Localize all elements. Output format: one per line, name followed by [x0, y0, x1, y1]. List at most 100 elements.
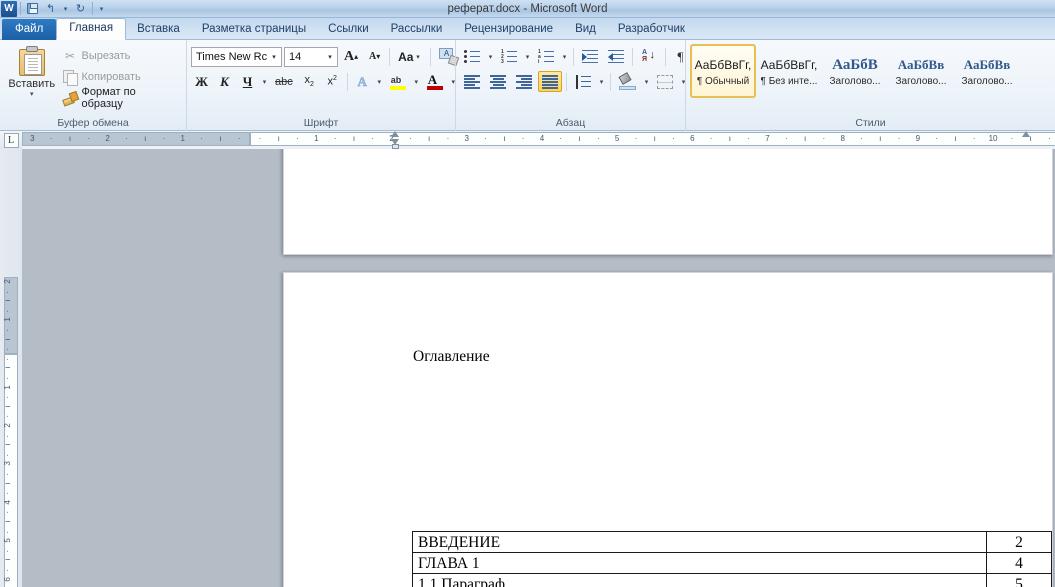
tab-stop-selector[interactable]: L — [0, 131, 22, 149]
style-normal[interactable]: АаБбВвГг, ¶ Обычный — [690, 44, 756, 98]
font-name-combobox[interactable]: Times New Rc ▾ — [191, 47, 282, 67]
tab-view[interactable]: Вид — [564, 19, 607, 40]
align-right-button[interactable] — [512, 71, 536, 92]
style-heading-2[interactable]: АаБбВв Заголово... — [888, 44, 954, 98]
toc-entry-page[interactable]: 2 — [987, 532, 1052, 553]
horizontal-ruler[interactable]: 3·ı·2·ı·1·ı··ı·1·ı·2·ı·3·ı·4·ı·5·ı·6·ı·7… — [22, 131, 1055, 149]
ruler-tick: · — [777, 133, 796, 145]
bullet-list-dropdown-icon[interactable]: ▾ — [486, 53, 495, 61]
document-body-area: 2·ı·1·ı··ı·1·ı·2·ı·3·ı·4·ı·5·ı·6· Оглавл… — [0, 149, 1055, 587]
line-spacing-dropdown-icon[interactable]: ▾ — [597, 78, 606, 86]
change-case-button[interactable]: Aa ▾ — [394, 46, 426, 67]
strikethrough-button[interactable]: abc — [271, 71, 297, 92]
toc-entry-page[interactable]: 4 — [987, 553, 1052, 574]
numbered-list-button[interactable]: 123 — [497, 46, 521, 67]
right-indent-marker[interactable] — [1022, 131, 1031, 147]
bold-button[interactable]: Ж — [191, 71, 212, 92]
paste-dropdown-icon[interactable]: ▾ — [30, 91, 34, 98]
multilevel-list-button[interactable]: 1ai — [534, 46, 558, 67]
tab-developer[interactable]: Разработчик — [607, 19, 696, 40]
font-color-icon: A — [427, 73, 443, 90]
text-effects-dropdown-icon[interactable]: ▾ — [375, 78, 384, 86]
vertical-ruler-tick: ı — [4, 555, 18, 565]
tab-mailings[interactable]: Рассылки — [380, 19, 454, 40]
document-heading: Оглавление — [413, 348, 490, 366]
cut-button[interactable]: ✂ Вырезать — [59, 46, 182, 65]
toc-entry-title[interactable]: ВВЕДЕНИЕ — [413, 532, 987, 553]
superscript-button[interactable]: x2 — [322, 71, 343, 92]
align-right-icon — [516, 75, 532, 88]
font-size-combobox[interactable]: 14 ▾ — [284, 47, 338, 67]
line-spacing-icon — [575, 75, 591, 89]
text-effects-icon: A — [358, 74, 367, 90]
style-no-spacing[interactable]: АаБбВвГг, ¶ Без инте... — [756, 44, 822, 98]
subscript-button[interactable]: x2 — [299, 71, 320, 92]
borders-icon — [657, 75, 673, 89]
font-name-dropdown-icon[interactable]: ▾ — [267, 53, 281, 61]
highlight-button[interactable]: ab — [386, 71, 410, 92]
borders-button[interactable] — [653, 71, 677, 92]
format-painter-label: Формат по образцу — [81, 86, 179, 110]
align-center-button[interactable] — [486, 71, 510, 92]
ruler-tick: ı — [645, 133, 664, 145]
ribbon-tab-strip[interactable]: Файл Главная Вставка Разметка страницы С… — [0, 18, 1055, 40]
multilevel-list-dropdown-icon[interactable]: ▾ — [560, 53, 569, 61]
grow-font-button[interactable]: A▴ — [340, 46, 362, 67]
shading-button[interactable] — [615, 71, 640, 92]
style-heading-1[interactable]: АаБбВ Заголово... — [822, 44, 888, 98]
table-row[interactable]: ГЛАВА 14 — [413, 553, 1052, 574]
underline-dropdown-icon[interactable]: ▾ — [260, 78, 269, 86]
italic-button[interactable]: К — [214, 71, 235, 92]
ruler-tick: · — [476, 133, 495, 145]
tab-review[interactable]: Рецензирование — [453, 19, 564, 40]
toc-entry-title[interactable]: ГЛАВА 1 — [413, 553, 987, 574]
align-justify-button[interactable] — [538, 71, 562, 92]
numbered-list-dropdown-icon[interactable]: ▾ — [523, 53, 532, 61]
style-heading-3[interactable]: АаБбВв Заголово... — [954, 44, 1020, 98]
tab-insert[interactable]: Вставка — [126, 19, 191, 40]
document-canvas[interactable]: Оглавление ВВЕДЕНИЕ2ГЛАВА 141.1 Параграф… — [22, 149, 1055, 587]
tab-page-layout[interactable]: Разметка страницы — [191, 19, 317, 40]
table-row[interactable]: ВВЕДЕНИЕ2 — [413, 532, 1052, 553]
underline-button[interactable]: Ч — [237, 71, 258, 92]
styles-gallery[interactable]: АаБбВвГг, ¶ Обычный АаБбВвГг, ¶ Без инте… — [690, 43, 1020, 98]
sort-button[interactable]: АЯ↓ — [637, 46, 661, 67]
format-painter-button[interactable]: Формат по образцу — [59, 88, 182, 107]
page-1[interactable] — [283, 149, 1053, 255]
font-color-button[interactable]: A — [423, 71, 447, 92]
grow-font-icon: A — [344, 49, 354, 65]
toc-entry-title[interactable]: 1.1 Параграф — [413, 574, 987, 587]
align-left-button[interactable] — [460, 71, 484, 92]
increase-indent-button[interactable] — [604, 46, 628, 67]
font-size-dropdown-icon[interactable]: ▾ — [323, 53, 337, 61]
paste-button[interactable]: Вставить ▾ — [4, 43, 59, 98]
tab-references[interactable]: Ссылки — [317, 19, 380, 40]
shrink-font-button[interactable]: A▾ — [364, 46, 385, 67]
ruler-left-margin-zone[interactable]: 3·ı·2·ı·1·ı· — [22, 132, 250, 146]
toc-entry-page[interactable]: 5 — [987, 574, 1052, 587]
ruler-row: L 3·ı·2·ı·1·ı··ı·1·ı·2·ı·3·ı·4·ı·5·ı·6·ı… — [0, 131, 1055, 149]
line-spacing-button[interactable] — [571, 71, 595, 92]
page-2[interactable]: Оглавление ВВЕДЕНИЕ2ГЛАВА 141.1 Параграф… — [283, 272, 1053, 587]
table-row[interactable]: 1.1 Параграф5 — [413, 574, 1052, 587]
change-case-dropdown-icon[interactable]: ▾ — [413, 53, 422, 61]
ruler-tick: · — [192, 133, 211, 145]
vertical-ruler[interactable]: 2·ı·1·ı··ı·1·ı·2·ı·3·ı·4·ı·5·ı·6· — [0, 149, 22, 587]
highlight-dropdown-icon[interactable]: ▾ — [412, 78, 421, 86]
decrease-indent-button[interactable] — [578, 46, 602, 67]
underline-icon: Ч — [243, 74, 253, 90]
copy-button[interactable]: Копировать — [59, 67, 182, 86]
ruler-text-zone[interactable]: ·ı·1·ı·2·ı·3·ı·4·ı·5·ı·6·ı·7·ı·8·ı·9·ı·1… — [250, 132, 1055, 146]
tab-file[interactable]: Файл — [2, 19, 56, 40]
shading-dropdown-icon[interactable]: ▾ — [642, 78, 651, 86]
ruler-tick: · — [589, 133, 608, 145]
vertical-ruler-tick: · — [4, 527, 18, 537]
hanging-indent-marker[interactable] — [391, 131, 400, 147]
ruler-tick: · — [1002, 133, 1021, 145]
bullet-list-button[interactable] — [460, 46, 484, 67]
table-of-contents[interactable]: ВВЕДЕНИЕ2ГЛАВА 141.1 Параграф51.2 Парагр… — [412, 531, 1052, 587]
tab-home[interactable]: Главная — [56, 18, 126, 40]
left-tab-icon: L — [4, 133, 19, 148]
bullet-list-icon — [464, 50, 480, 64]
text-effects-button[interactable]: A — [352, 71, 373, 92]
